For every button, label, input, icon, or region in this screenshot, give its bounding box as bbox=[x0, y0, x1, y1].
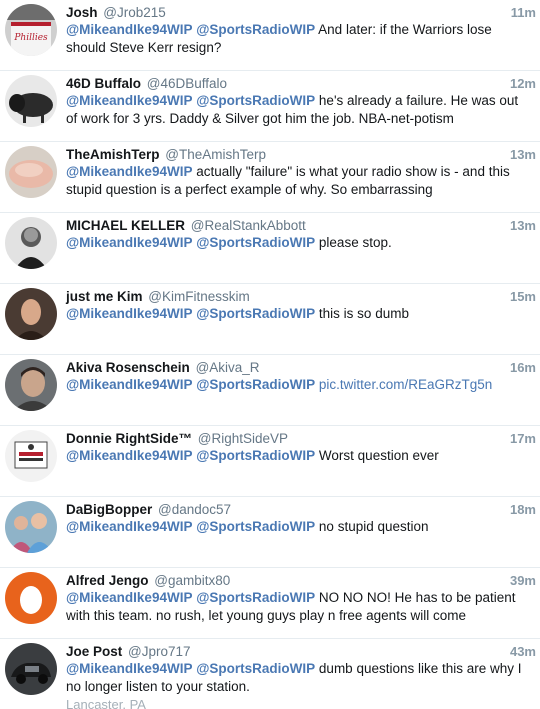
tweet-header: 46D Buffalo @46DBuffalo bbox=[66, 75, 540, 92]
tweet-item[interactable]: Akiva Rosenschein @Akiva_R 16m @MikeandI… bbox=[0, 355, 540, 426]
tweet-text: @MikeandIke94WIP @SportsRadioWIP he's al… bbox=[66, 92, 540, 127]
tweet-location[interactable]: Lancaster, PA bbox=[66, 696, 540, 709]
tweet-text: @MikeandIke94WIP @SportsRadioWIP And lat… bbox=[66, 21, 540, 56]
tweet-header: MICHAEL KELLER @RealStankAbbott bbox=[66, 217, 540, 234]
user-handle[interactable]: @gambitx80 bbox=[154, 573, 230, 588]
mention-link[interactable]: @SportsRadioWIP bbox=[196, 93, 315, 108]
tweet-item[interactable]: just me Kim @KimFitnesskim 15m @MikeandI… bbox=[0, 284, 540, 355]
buffalo-avatar[interactable] bbox=[5, 75, 57, 127]
tweet-item[interactable]: DaBigBopper @dandoc57 18m @MikeandIke94W… bbox=[0, 497, 540, 568]
mention-link[interactable]: @MikeandIke94WIP bbox=[66, 519, 192, 534]
tweet-time[interactable]: 15m bbox=[510, 288, 536, 305]
user-handle[interactable]: @RealStankAbbott bbox=[191, 218, 306, 233]
tweet-time[interactable]: 16m bbox=[510, 359, 536, 376]
tweet-body: Worst question ever bbox=[318, 448, 439, 463]
mention-link[interactable]: @MikeandIke94WIP bbox=[66, 306, 192, 321]
tweet-item[interactable]: Alfred Jengo @gambitx80 39m @MikeandIke9… bbox=[0, 568, 540, 639]
mention-link[interactable]: @MikeandIke94WIP bbox=[66, 448, 192, 463]
tweet-text: @MikeandIke94WIP actually "failure" is w… bbox=[66, 163, 540, 198]
user-handle[interactable]: @KimFitnesskim bbox=[148, 289, 249, 304]
logo-avatar[interactable] bbox=[5, 430, 57, 482]
user-handle[interactable]: @TheAmishTerp bbox=[165, 147, 266, 162]
tweet-time[interactable]: 17m bbox=[510, 430, 536, 447]
user-name[interactable]: Donnie RightSide™ bbox=[66, 431, 192, 446]
tweet-header: Donnie RightSide™ @RightSideVP bbox=[66, 430, 540, 447]
mention-link[interactable]: @SportsRadioWIP bbox=[196, 448, 315, 463]
user-name[interactable]: MICHAEL KELLER bbox=[66, 218, 185, 233]
tweet-feed: Phillies Josh @Jrob215 11m @MikeandIke94… bbox=[0, 0, 540, 709]
mention-link[interactable]: @MikeandIke94WIP bbox=[66, 22, 192, 37]
tweet-text: @MikeandIke94WIP @SportsRadioWIP no stup… bbox=[66, 518, 540, 536]
tweet-time[interactable]: 43m bbox=[510, 643, 536, 660]
tweet-time[interactable]: 11m bbox=[511, 4, 536, 21]
user-handle[interactable]: @dandoc57 bbox=[158, 502, 231, 517]
tweet-item[interactable]: TheAmishTerp @TheAmishTerp 13m @MikeandI… bbox=[0, 142, 540, 213]
tweet-body: please stop. bbox=[318, 235, 392, 250]
tweet-item[interactable]: MICHAEL KELLER @RealStankAbbott 13m @Mik… bbox=[0, 213, 540, 284]
user-name[interactable]: 46D Buffalo bbox=[66, 76, 141, 91]
user-handle[interactable]: @46DBuffalo bbox=[147, 76, 227, 91]
mention-link[interactable]: @SportsRadioWIP bbox=[196, 661, 315, 676]
car-avatar[interactable] bbox=[5, 643, 57, 695]
mention-link[interactable]: @SportsRadioWIP bbox=[196, 22, 315, 37]
tweet-item[interactable]: Joe Post @Jpro717 43m @MikeandIke94WIP @… bbox=[0, 639, 540, 709]
tweet-text: @MikeandIke94WIP @SportsRadioWIP please … bbox=[66, 234, 540, 252]
user-name[interactable]: Joe Post bbox=[66, 644, 122, 659]
tweet-text: @MikeandIke94WIP @SportsRadioWIP pic.twi… bbox=[66, 376, 540, 394]
woman-portrait-avatar[interactable] bbox=[5, 288, 57, 340]
mention-link[interactable]: @SportsRadioWIP bbox=[196, 590, 315, 605]
tweet-time[interactable]: 13m bbox=[510, 146, 536, 163]
phillies-jersey-avatar[interactable]: Phillies bbox=[5, 4, 57, 56]
user-name[interactable]: TheAmishTerp bbox=[66, 147, 160, 162]
tweet-header: DaBigBopper @dandoc57 bbox=[66, 501, 540, 518]
mention-link[interactable]: @SportsRadioWIP bbox=[196, 377, 315, 392]
mention-link[interactable]: @SportsRadioWIP bbox=[196, 306, 315, 321]
user-name[interactable]: DaBigBopper bbox=[66, 502, 152, 517]
tweet-text: @MikeandIke94WIP @SportsRadioWIP NO NO N… bbox=[66, 589, 540, 624]
tweet-time[interactable]: 13m bbox=[510, 217, 536, 234]
user-handle[interactable]: @Jrob215 bbox=[103, 5, 166, 20]
mention-link[interactable]: @MikeandIke94WIP bbox=[66, 661, 192, 676]
tweet-header: Alfred Jengo @gambitx80 bbox=[66, 572, 540, 589]
tweet-time[interactable]: 39m bbox=[510, 572, 536, 589]
default-egg-avatar[interactable] bbox=[5, 572, 57, 624]
mention-link[interactable]: @SportsRadioWIP bbox=[196, 519, 315, 534]
tweet-text: @MikeandIke94WIP @SportsRadioWIP this is… bbox=[66, 305, 540, 323]
tweet-text: @MikeandIke94WIP @SportsRadioWIP Worst q… bbox=[66, 447, 540, 465]
tweet-header: Joe Post @Jpro717 bbox=[66, 643, 540, 660]
user-name[interactable]: Alfred Jengo bbox=[66, 573, 149, 588]
tweet-body: this is so dumb bbox=[318, 306, 409, 321]
mention-link[interactable]: @SportsRadioWIP bbox=[196, 235, 315, 250]
family-avatar[interactable] bbox=[5, 501, 57, 553]
tweet-text: @MikeandIke94WIP @SportsRadioWIP dumb qu… bbox=[66, 660, 540, 695]
bread-avatar[interactable] bbox=[5, 146, 57, 198]
tweet-header: just me Kim @KimFitnesskim bbox=[66, 288, 540, 305]
tweet-body: no stupid question bbox=[318, 519, 429, 534]
user-handle[interactable]: @Akiva_R bbox=[196, 360, 260, 375]
mention-link[interactable]: @MikeandIke94WIP bbox=[66, 377, 192, 392]
tweet-header: Josh @Jrob215 bbox=[66, 4, 540, 21]
mention-link[interactable]: @MikeandIke94WIP bbox=[66, 590, 192, 605]
tweet-header: Akiva Rosenschein @Akiva_R bbox=[66, 359, 540, 376]
user-handle[interactable]: @Jpro717 bbox=[128, 644, 191, 659]
tweet-time[interactable]: 18m bbox=[510, 501, 536, 518]
man-portrait-avatar[interactable] bbox=[5, 359, 57, 411]
user-name[interactable]: Akiva Rosenschein bbox=[66, 360, 190, 375]
user-handle[interactable]: @RightSideVP bbox=[198, 431, 288, 446]
tweet-item[interactable]: Donnie RightSide™ @RightSideVP 17m @Mike… bbox=[0, 426, 540, 497]
singer-avatar[interactable] bbox=[5, 217, 57, 269]
tweet-item[interactable]: 46D Buffalo @46DBuffalo 12m @MikeandIke9… bbox=[0, 71, 540, 142]
tweet-time[interactable]: 12m bbox=[510, 75, 536, 92]
svg-text:Phillies: Phillies bbox=[13, 33, 48, 43]
media-link[interactable]: pic.twitter.com/REaGRzTg5n bbox=[319, 377, 492, 392]
user-name[interactable]: just me Kim bbox=[66, 289, 143, 304]
mention-link[interactable]: @MikeandIke94WIP bbox=[66, 93, 192, 108]
mention-link[interactable]: @MikeandIke94WIP bbox=[66, 235, 192, 250]
user-name[interactable]: Josh bbox=[66, 5, 98, 20]
tweet-item[interactable]: Phillies Josh @Jrob215 11m @MikeandIke94… bbox=[0, 0, 540, 71]
tweet-header: TheAmishTerp @TheAmishTerp bbox=[66, 146, 540, 163]
mention-link[interactable]: @MikeandIke94WIP bbox=[66, 164, 192, 179]
